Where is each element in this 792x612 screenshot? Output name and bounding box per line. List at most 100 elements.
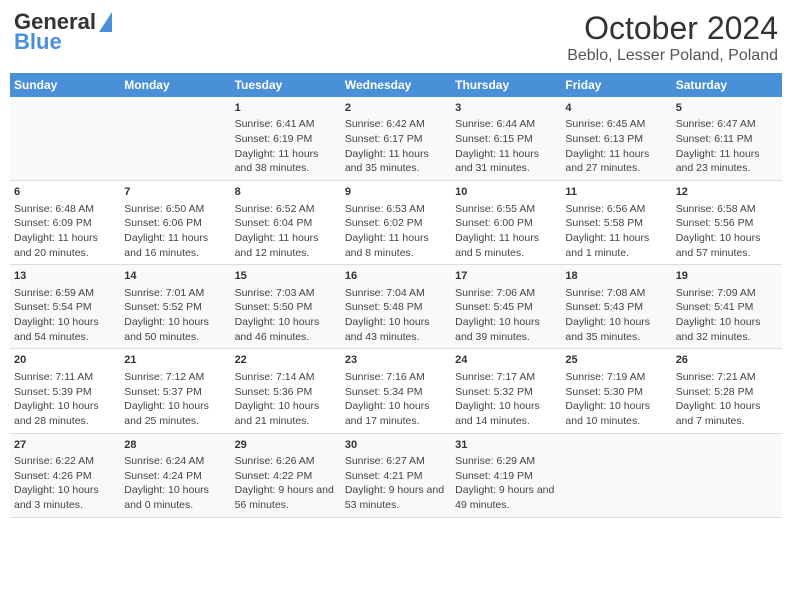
day-cell: 23Sunrise: 7:16 AMSunset: 5:34 PMDayligh… [341,349,451,433]
day-number: 23 [345,353,447,368]
day-info: Sunrise: 7:11 AM [14,370,116,385]
day-info: Sunset: 5:36 PM [235,385,337,400]
day-cell: 4Sunrise: 6:45 AMSunset: 6:13 PMDaylight… [561,97,671,181]
day-info: Daylight: 10 hours and 21 minutes. [235,399,337,428]
day-info: Daylight: 11 hours and 38 minutes. [235,147,337,176]
day-info: Sunrise: 6:22 AM [14,454,116,469]
logo-text-blue: Blue [14,30,112,54]
day-info: Sunrise: 6:47 AM [676,117,778,132]
day-number: 19 [676,269,778,284]
header-cell-sunday: Sunday [10,73,120,97]
day-number: 31 [455,438,557,453]
day-info: Sunset: 5:32 PM [455,385,557,400]
day-cell [10,97,120,181]
day-info: Daylight: 10 hours and 57 minutes. [676,231,778,260]
day-cell: 25Sunrise: 7:19 AMSunset: 5:30 PMDayligh… [561,349,671,433]
week-row-3: 13Sunrise: 6:59 AMSunset: 5:54 PMDayligh… [10,265,782,349]
day-info: Sunrise: 7:17 AM [455,370,557,385]
day-number: 15 [235,269,337,284]
day-info: Sunrise: 6:41 AM [235,117,337,132]
day-info: Sunset: 5:45 PM [455,300,557,315]
day-info: Sunrise: 7:14 AM [235,370,337,385]
day-info: Sunrise: 6:27 AM [345,454,447,469]
day-info: Sunset: 4:22 PM [235,469,337,484]
day-info: Sunset: 5:41 PM [676,300,778,315]
day-info: Sunset: 6:02 PM [345,216,447,231]
day-info: Daylight: 10 hours and 50 minutes. [124,315,226,344]
day-cell: 21Sunrise: 7:12 AMSunset: 5:37 PMDayligh… [120,349,230,433]
header-cell-monday: Monday [120,73,230,97]
day-number: 24 [455,353,557,368]
day-info: Daylight: 11 hours and 27 minutes. [565,147,667,176]
day-info: Daylight: 10 hours and 25 minutes. [124,399,226,428]
day-cell: 15Sunrise: 7:03 AMSunset: 5:50 PMDayligh… [231,265,341,349]
day-info: Sunset: 4:26 PM [14,469,116,484]
page-title: October 2024 [567,10,778,47]
day-number: 30 [345,438,447,453]
header-cell-friday: Friday [561,73,671,97]
day-cell [672,433,782,517]
day-cell: 29Sunrise: 6:26 AMSunset: 4:22 PMDayligh… [231,433,341,517]
day-cell: 26Sunrise: 7:21 AMSunset: 5:28 PMDayligh… [672,349,782,433]
day-info: Daylight: 11 hours and 31 minutes. [455,147,557,176]
day-cell [120,97,230,181]
day-info: Sunset: 6:06 PM [124,216,226,231]
day-info: Daylight: 11 hours and 20 minutes. [14,231,116,260]
logo: General Blue [14,10,112,54]
day-info: Daylight: 11 hours and 1 minute. [565,231,667,260]
day-info: Sunset: 5:50 PM [235,300,337,315]
day-info: Sunrise: 7:09 AM [676,286,778,301]
header-cell-wednesday: Wednesday [341,73,451,97]
day-info: Sunrise: 6:58 AM [676,202,778,217]
day-number: 11 [565,185,667,200]
day-info: Sunrise: 6:52 AM [235,202,337,217]
title-section: October 2024 Beblo, Lesser Poland, Polan… [567,10,778,65]
day-info: Sunrise: 7:08 AM [565,286,667,301]
day-number: 28 [124,438,226,453]
day-number: 7 [124,185,226,200]
day-cell: 18Sunrise: 7:08 AMSunset: 5:43 PMDayligh… [561,265,671,349]
day-info: Daylight: 9 hours and 49 minutes. [455,483,557,512]
day-cell: 28Sunrise: 6:24 AMSunset: 4:24 PMDayligh… [120,433,230,517]
day-info: Sunset: 6:09 PM [14,216,116,231]
day-info: Sunrise: 6:56 AM [565,202,667,217]
day-info: Sunset: 5:52 PM [124,300,226,315]
header-cell-saturday: Saturday [672,73,782,97]
day-info: Sunrise: 6:42 AM [345,117,447,132]
week-row-5: 27Sunrise: 6:22 AMSunset: 4:26 PMDayligh… [10,433,782,517]
day-info: Sunset: 5:48 PM [345,300,447,315]
day-info: Sunrise: 6:53 AM [345,202,447,217]
day-info: Daylight: 10 hours and 39 minutes. [455,315,557,344]
day-info: Daylight: 10 hours and 28 minutes. [14,399,116,428]
day-cell: 10Sunrise: 6:55 AMSunset: 6:00 PMDayligh… [451,181,561,265]
header-row: SundayMondayTuesdayWednesdayThursdayFrid… [10,73,782,97]
day-number: 14 [124,269,226,284]
day-info: Sunrise: 7:21 AM [676,370,778,385]
day-cell: 3Sunrise: 6:44 AMSunset: 6:15 PMDaylight… [451,97,561,181]
day-info: Sunrise: 7:16 AM [345,370,447,385]
day-info: Sunset: 5:30 PM [565,385,667,400]
day-number: 13 [14,269,116,284]
day-cell: 19 Sunrise: 7:09 AMSunset: 5:41 PMDayligh… [672,265,782,349]
day-info: Sunset: 5:58 PM [565,216,667,231]
day-number: 4 [565,101,667,116]
day-number: 17 [455,269,557,284]
page-header: General Blue October 2024 Beblo, Lesser … [10,10,782,65]
day-info: Daylight: 11 hours and 8 minutes. [345,231,447,260]
day-cell: 13Sunrise: 6:59 AMSunset: 5:54 PMDayligh… [10,265,120,349]
day-cell: 7Sunrise: 6:50 AMSunset: 6:06 PMDaylight… [120,181,230,265]
day-info: Sunset: 5:43 PM [565,300,667,315]
day-number: 1 [235,101,337,116]
day-info: Sunset: 5:37 PM [124,385,226,400]
day-info: Sunset: 6:04 PM [235,216,337,231]
calendar-table: SundayMondayTuesdayWednesdayThursdayFrid… [10,73,782,518]
header-cell-tuesday: Tuesday [231,73,341,97]
day-info: Sunset: 6:13 PM [565,132,667,147]
day-info: Daylight: 10 hours and 32 minutes. [676,315,778,344]
day-info: Sunrise: 6:55 AM [455,202,557,217]
day-info: Daylight: 10 hours and 0 minutes. [124,483,226,512]
day-info: Sunrise: 7:19 AM [565,370,667,385]
day-info: Daylight: 11 hours and 5 minutes. [455,231,557,260]
day-info: Daylight: 10 hours and 10 minutes. [565,399,667,428]
day-info: Daylight: 10 hours and 43 minutes. [345,315,447,344]
